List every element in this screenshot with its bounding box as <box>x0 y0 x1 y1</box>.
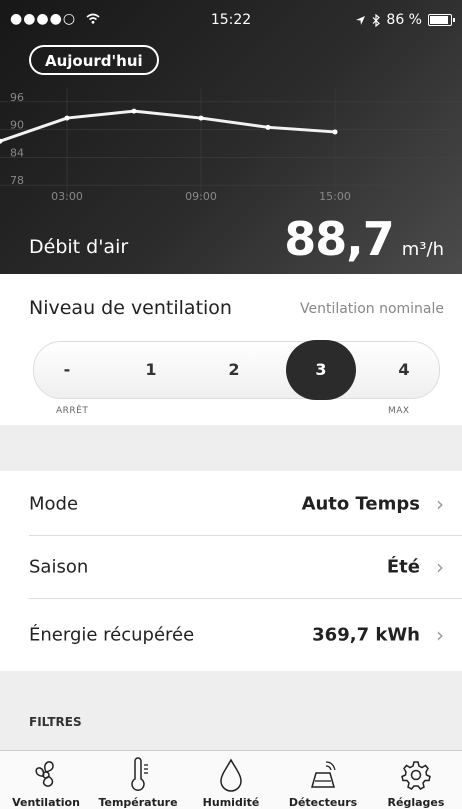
mode-row[interactable]: Mode Auto Temps › <box>0 472 462 536</box>
ventilation-status: Ventilation nominale <box>299 301 444 317</box>
level-max-label: MAX <box>388 406 410 416</box>
airflow-data-point <box>198 115 204 121</box>
level-off-button[interactable]: - <box>32 342 102 398</box>
season-value: Été <box>386 556 420 578</box>
tab-settings[interactable]: Réglages <box>370 751 462 809</box>
y-tick-label: 78 <box>10 174 24 187</box>
divider <box>29 598 462 599</box>
chevron-right-icon: › <box>436 555 444 579</box>
filters-section <box>0 671 462 750</box>
y-tick-label: 90 <box>10 119 24 132</box>
airflow-label: Débit d'air <box>29 236 129 258</box>
tab-ventilation[interactable]: Ventilation <box>0 751 92 809</box>
season-row[interactable]: Saison Été › <box>0 535 462 599</box>
chevron-right-icon: › <box>436 623 444 647</box>
section-gap <box>0 425 462 471</box>
thermometer-icon <box>131 757 148 791</box>
level-min-label: ARRÊT <box>56 406 89 416</box>
tab-sensors[interactable]: Détecteurs <box>277 751 369 809</box>
bluetooth-icon <box>372 13 381 27</box>
x-tick-label: 03:00 <box>51 190 83 203</box>
level-1-button[interactable]: 1 <box>116 342 186 398</box>
airflow-data-point <box>131 108 137 114</box>
droplet-icon <box>220 758 242 792</box>
mode-value: Auto Temps <box>301 493 420 515</box>
recovered-energy-value: 369,7 kWh <box>312 624 420 646</box>
location-arrow-icon <box>356 15 366 25</box>
ventilation-title: Niveau de ventilation <box>29 297 232 319</box>
tab-label: Humidité <box>202 796 260 809</box>
gear-icon <box>401 761 431 790</box>
airflow-data-point <box>265 124 271 130</box>
level-3-button[interactable]: 3 <box>286 340 356 400</box>
tab-bar: Ventilation Température Humidité Détecte… <box>0 750 462 809</box>
period-button[interactable]: Aujourd'hui <box>29 45 159 75</box>
x-tick-label: 09:00 <box>185 190 217 203</box>
header: ●●●●○ 15:22 86 % Aujourd'hui 96 90 84 78 03:… <box>0 0 462 274</box>
y-tick-label: 96 <box>10 91 24 104</box>
chevron-right-icon: › <box>436 492 444 516</box>
airflow-data-point <box>64 115 70 121</box>
x-tick-label: 15:00 <box>319 190 351 203</box>
recovered-energy-label: Énergie récupérée <box>29 624 195 646</box>
airflow-series-line <box>0 109 336 143</box>
recovered-energy-row[interactable]: Énergie récupérée 369,7 kWh › <box>0 603 462 667</box>
y-tick-label: 84 <box>10 146 24 159</box>
battery-percent: 86 % <box>386 12 422 28</box>
level-2-button[interactable]: 2 <box>199 342 269 398</box>
mode-label: Mode <box>29 493 79 515</box>
tab-label: Détecteurs <box>288 796 358 809</box>
ventilation-level-selector: - 1 2 3 4 <box>32 340 440 400</box>
level-4-button[interactable]: 4 <box>369 342 439 398</box>
airflow-chart: 96 90 84 78 03:00 09:00 15:00 <box>0 88 462 203</box>
season-label: Saison <box>29 556 89 578</box>
tab-label: Réglages <box>387 796 445 809</box>
sensor-icon <box>311 761 336 788</box>
status-bar: ●●●●○ 15:22 86 % <box>0 0 462 40</box>
filters-header: FILTRES <box>29 715 82 729</box>
airflow-value: 88,7 <box>284 212 394 266</box>
tab-temperature[interactable]: Température <box>92 751 184 809</box>
airflow-unit: m³/h <box>401 239 444 260</box>
airflow-readout: 88,7 m³/h <box>284 212 444 266</box>
tab-label: Température <box>98 796 178 809</box>
tab-humidity[interactable]: Humidité <box>185 751 277 809</box>
airflow-data-point <box>332 129 338 135</box>
tab-label: Ventilation <box>12 796 80 809</box>
fan-icon <box>35 761 54 787</box>
battery-icon <box>428 14 455 26</box>
